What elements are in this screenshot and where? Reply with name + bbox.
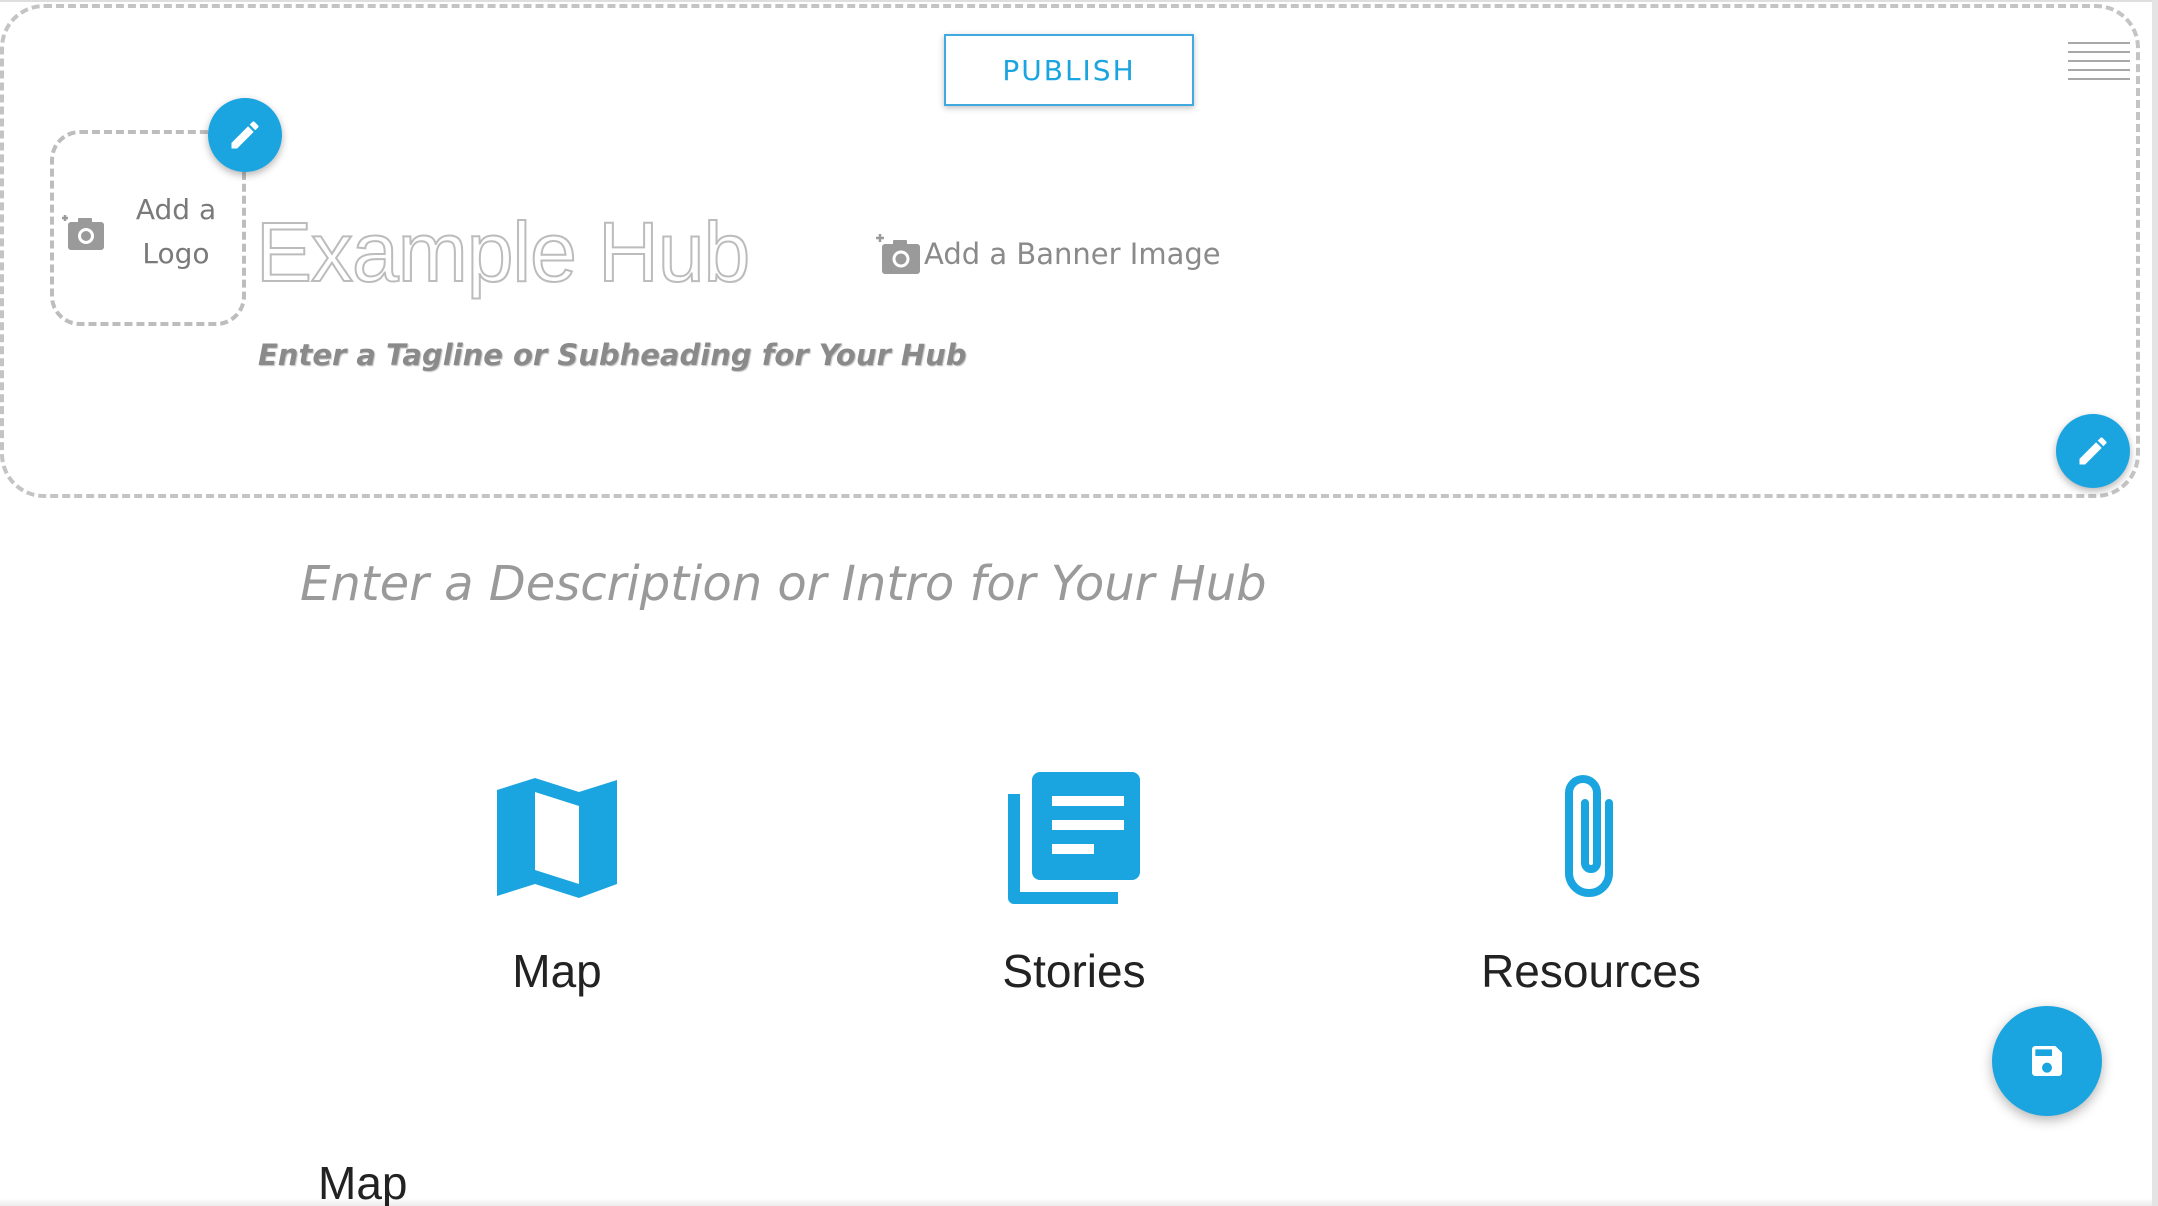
add-photo-icon (876, 234, 920, 274)
add-banner-image-label: Add a Banner Image (924, 237, 1221, 271)
hub-title-input[interactable]: Example Hub (255, 204, 751, 301)
save-icon (2032, 1046, 2062, 1076)
publish-button[interactable]: PUBLISH (944, 34, 1194, 106)
add-logo-label-line1: Add a (135, 193, 217, 226)
hub-description-input[interactable]: Enter a Description or Intro for Your Hu… (300, 556, 1267, 612)
bottom-fade (0, 1198, 2152, 1206)
window-right-edge (2152, 0, 2158, 1206)
add-banner-image-button[interactable]: Add a Banner Image (874, 232, 1221, 276)
add-logo-label-line2: Logo (142, 237, 210, 270)
feature-map[interactable]: Map (407, 760, 707, 998)
pencil-icon (2079, 437, 2107, 465)
add-logo-label: Add a Logo (116, 188, 236, 276)
add-photo-icon (62, 215, 104, 250)
window-top-edge (0, 0, 2158, 2)
feature-map-label: Map (512, 945, 602, 997)
map-icon (497, 778, 617, 898)
hub-editor-page: PUBLISH Add a Logo Example Hub Enter a T… (0, 0, 2158, 1206)
stories-icon (1008, 772, 1140, 904)
feature-stories[interactable]: Stories (924, 760, 1224, 998)
pencil-icon (231, 121, 259, 149)
save-button[interactable] (1992, 1006, 2102, 1116)
paperclip-icon (1565, 775, 1613, 897)
hamburger-menu-icon[interactable] (2068, 42, 2130, 86)
edit-header-button[interactable] (2056, 414, 2130, 488)
feature-resources[interactable]: Resources (1441, 760, 1741, 998)
feature-stories-label: Stories (1002, 945, 1146, 997)
feature-resources-label: Resources (1481, 945, 1701, 997)
hub-tagline-input[interactable]: Enter a Tagline or Subheading for Your H… (258, 338, 967, 372)
edit-logo-button[interactable] (208, 98, 282, 172)
